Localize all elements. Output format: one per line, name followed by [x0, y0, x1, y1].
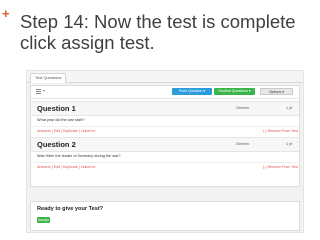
ready-title: Ready to give your Test? — [37, 206, 104, 212]
slide-title: Step 14: Now the test is complete click … — [20, 11, 296, 53]
options-button[interactable]: Options ▾ — [260, 88, 293, 95]
plus-icon: + — [2, 6, 10, 21]
student-questions-button[interactable]: Student Questions ▾ — [214, 88, 255, 95]
divider — [31, 162, 299, 163]
list-icon[interactable] — [36, 89, 41, 94]
question-1-header: Question 1 Generic 1 pt — [31, 101, 299, 116]
question-2-title: Question 2 — [37, 140, 76, 149]
question-2-text: Was Hitler the leader of Germany during … — [37, 154, 121, 158]
question-2-header: Question 2 Generic 1 pt — [31, 137, 299, 152]
question-1-text: What year did the war start? — [37, 118, 85, 122]
assign-button[interactable]: Assign — [37, 217, 50, 223]
question-1-actions[interactable]: Answers | Edit | Duplicate | Linked to — [37, 129, 95, 133]
questions-panel: ▾ From Question ▾ Student Questions ▾ Op… — [30, 85, 300, 187]
chevron-down-icon[interactable]: ▾ — [43, 88, 45, 93]
question-2-type: Generic — [236, 142, 250, 146]
tab-bar: Test Questions — [27, 71, 303, 83]
tab-test-questions[interactable]: Test Questions — [30, 73, 67, 83]
divider — [31, 126, 299, 127]
question-1-type: Generic — [236, 106, 250, 110]
question-1-points: 1 pt — [286, 106, 293, 110]
app-screenshot: Test Questions ▾ From Question ▾ Student… — [26, 70, 304, 233]
question-2-remove-link[interactable]: (-) Remove From Test — [263, 165, 298, 169]
question-2-points: 1 pt — [286, 142, 293, 146]
from-question-button[interactable]: From Question ▾ — [172, 88, 212, 95]
question-2-actions[interactable]: Answers | Edit | Duplicate | Linked to — [37, 165, 95, 169]
toolbar: ▾ From Question ▾ Student Questions ▾ Op… — [31, 86, 299, 99]
question-1-title: Question 1 — [37, 104, 76, 113]
assign-panel: Ready to give your Test? Assign — [30, 201, 300, 231]
question-1-remove-link[interactable]: (-) Remove From Test — [263, 129, 298, 133]
